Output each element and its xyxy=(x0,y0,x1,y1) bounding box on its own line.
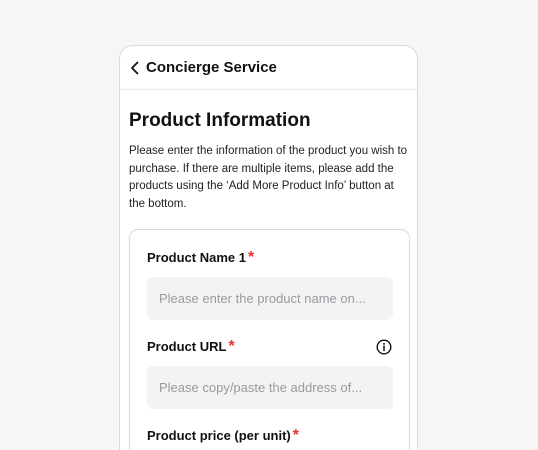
product-price-field: Product price (per unit) * xyxy=(147,427,392,445)
field-label-row: Product Name 1 * xyxy=(147,249,392,267)
page-title: Product Information xyxy=(129,110,311,131)
product-price-label: Product price (per unit) xyxy=(147,428,291,443)
product-url-input[interactable] xyxy=(147,366,393,409)
product-name-field: Product Name 1 * xyxy=(147,249,393,320)
info-circle-icon[interactable] xyxy=(376,339,392,355)
header-title: Concierge Service xyxy=(146,59,277,76)
field-label-row: Product URL * xyxy=(147,338,392,356)
product-name-label-group: Product Name 1 * xyxy=(147,249,254,267)
required-asterisk: * xyxy=(292,427,299,444)
app-canvas: Concierge Service Product Information Pl… xyxy=(0,0,538,450)
page-description: Please enter the information of the prod… xyxy=(129,145,408,210)
page-content: Product Information Please enter the inf… xyxy=(120,109,417,450)
product-name-input[interactable] xyxy=(147,277,393,320)
product-form-card: Product Name 1* Product URL* xyxy=(129,229,410,450)
product-name-label: Product Name 1 xyxy=(147,250,246,265)
chevron-left-icon[interactable] xyxy=(128,61,142,75)
required-asterisk: * xyxy=(228,338,235,355)
product-url-label-group: Product URL * xyxy=(147,338,235,356)
product-url-label: Product URL xyxy=(147,339,227,354)
field-label-row: Product price (per unit) * xyxy=(147,427,392,445)
mobile-screen: Concierge Service Product Information Pl… xyxy=(119,45,418,450)
top-nav-bar: Concierge Service xyxy=(120,46,417,90)
product-url-field: Product URL * xyxy=(147,338,393,409)
required-asterisk: * xyxy=(247,249,255,266)
product-price-label-group: Product price (per unit) * xyxy=(147,427,299,445)
